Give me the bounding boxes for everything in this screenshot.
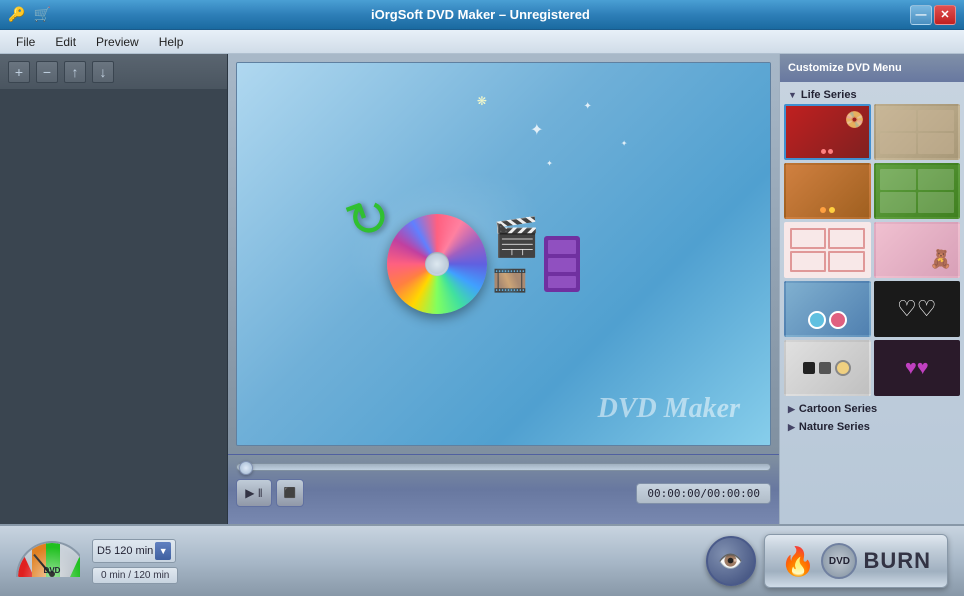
thumb-life-5[interactable] xyxy=(784,222,871,278)
disc-icon: DVD xyxy=(821,543,857,579)
life-series-arrow: ▼ xyxy=(788,90,797,100)
main-content: + − ↑ ↓ ✦ ✦ ✦ ❋ ✦ ↻ xyxy=(0,54,964,524)
burn-button[interactable]: 🔥 DVD BURN xyxy=(764,534,948,588)
left-toolbar: + − ↑ ↓ xyxy=(0,54,227,90)
window-controls: — ✕ xyxy=(910,5,956,25)
menu-help[interactable]: Help xyxy=(151,33,192,51)
thumb-life-2[interactable] xyxy=(874,104,961,160)
sparkle-1: ✦ xyxy=(530,120,543,140)
minimize-button[interactable]: — xyxy=(910,5,932,25)
progress-bar-track[interactable] xyxy=(236,463,771,471)
cartoon-series-arrow: ▶ xyxy=(788,404,795,415)
disc-selector: D5 120 min ▼ xyxy=(92,539,178,563)
thumb-life-3[interactable] xyxy=(784,163,871,219)
burn-label: BURN xyxy=(863,548,931,574)
life-series-label[interactable]: ▼ Life Series xyxy=(784,86,960,104)
add-file-button[interactable]: + xyxy=(8,61,30,83)
eye-icon: 👁️ xyxy=(718,549,743,574)
title-bar-left-icons: 🔑 🛒 xyxy=(8,6,51,23)
sparkle-3: ✦ xyxy=(621,139,628,148)
film-clapboard-icon: 🎬 xyxy=(493,216,540,260)
remove-file-button[interactable]: − xyxy=(36,61,58,83)
nature-series-label[interactable]: ▶ Nature Series xyxy=(784,418,960,436)
dvd-disc-icon xyxy=(387,214,487,314)
sparkle-5: ✦ xyxy=(546,159,553,168)
play-button[interactable]: ▶ ‖ xyxy=(236,479,272,507)
right-panel-header: Customize DVD Menu xyxy=(780,54,964,82)
disc-dropdown[interactable]: D5 120 min ▼ xyxy=(92,539,176,563)
life-series-text: Life Series xyxy=(801,89,857,101)
move-up-button[interactable]: ↑ xyxy=(64,61,86,83)
player-controls: ▶ ‖ ⬛ 00:00:00/00:00:00 xyxy=(228,454,779,524)
gauge: DVD xyxy=(16,541,80,581)
progress-bar-thumb[interactable] xyxy=(239,461,253,475)
thumb-life-4[interactable] xyxy=(874,163,961,219)
move-down-button[interactable]: ↓ xyxy=(92,61,114,83)
menu-preview[interactable]: Preview xyxy=(88,33,147,51)
bottom-bar: DVD D5 120 min ▼ 0 min / 120 min 👁️ 🔥 DV… xyxy=(0,524,964,596)
progress-bar-container xyxy=(236,459,771,475)
stop-button[interactable]: ⬛ xyxy=(276,479,304,507)
menu-file[interactable]: File xyxy=(8,33,43,51)
nature-series-arrow: ▶ xyxy=(788,422,795,433)
disc-section: D5 120 min ▼ 0 min / 120 min xyxy=(92,539,178,584)
time-display: 00:00:00/00:00:00 xyxy=(636,483,771,504)
menu-thumbnails[interactable]: ▼ Life Series 📀 xyxy=(780,82,964,524)
title-bar: 🔑 🛒 iOrgSoft DVD Maker – Unregistered — … xyxy=(0,0,964,30)
thumb-life-10[interactable]: ♥♥ xyxy=(874,340,961,396)
playback-buttons: ▶ ‖ ⬛ xyxy=(236,479,304,507)
center-panel: ✦ ✦ ✦ ❋ ✦ ↻ 🎬 xyxy=(228,54,779,454)
life-series-thumbs: 📀 xyxy=(784,104,960,396)
sparkle-2: ✦ xyxy=(583,101,591,112)
cartoon-series-label[interactable]: ▶ Cartoon Series xyxy=(784,400,960,418)
controls-row: ▶ ‖ ⬛ 00:00:00/00:00:00 xyxy=(236,479,771,507)
menu-edit[interactable]: Edit xyxy=(47,33,84,51)
left-panel: + − ↑ ↓ xyxy=(0,54,228,524)
gauge-container: DVD xyxy=(16,541,80,581)
right-panel: Customize DVD Menu ▼ Life Series 📀 xyxy=(779,54,964,524)
cartoon-series-text: Cartoon Series xyxy=(799,403,877,415)
thumb-life-7[interactable] xyxy=(784,281,871,337)
thumb-life-6[interactable]: 🧸 xyxy=(874,222,961,278)
thumb-life-9[interactable] xyxy=(784,340,871,396)
gauge-dvd-label: DVD xyxy=(44,566,61,575)
film-reel-icon: 🎞️ xyxy=(493,264,540,297)
center-section: ✦ ✦ ✦ ❋ ✦ ↻ 🎬 xyxy=(228,54,779,524)
preview-area: ✦ ✦ ✦ ❋ ✦ ↻ 🎬 xyxy=(236,62,771,446)
disc-dropdown-arrow[interactable]: ▼ xyxy=(155,542,171,560)
key-icon: 🔑 xyxy=(8,6,25,23)
customize-menu-label: Customize DVD Menu xyxy=(788,62,902,74)
menu-bar: File Edit Preview Help xyxy=(0,30,964,54)
nature-series-text: Nature Series xyxy=(799,421,870,433)
thumb-life-8[interactable]: ♡♡ xyxy=(874,281,961,337)
burn-section: 👁️ 🔥 DVD BURN xyxy=(706,534,948,588)
close-button[interactable]: ✕ xyxy=(934,5,956,25)
flame-icon: 🔥 xyxy=(781,545,816,578)
film-strip-icon xyxy=(544,236,580,292)
cart-icon: 🛒 xyxy=(33,6,50,23)
file-list xyxy=(0,90,227,524)
thumb-life-1[interactable]: 📀 xyxy=(784,104,871,160)
dvd-watermark: DVD Maker xyxy=(598,393,740,425)
sparkle-4: ❋ xyxy=(477,94,487,108)
disc-option-text: D5 120 min xyxy=(97,545,153,557)
time-info: 0 min / 120 min xyxy=(92,567,178,584)
preview-button[interactable]: 👁️ xyxy=(706,536,756,586)
app-title: iOrgSoft DVD Maker – Unregistered xyxy=(51,7,910,22)
